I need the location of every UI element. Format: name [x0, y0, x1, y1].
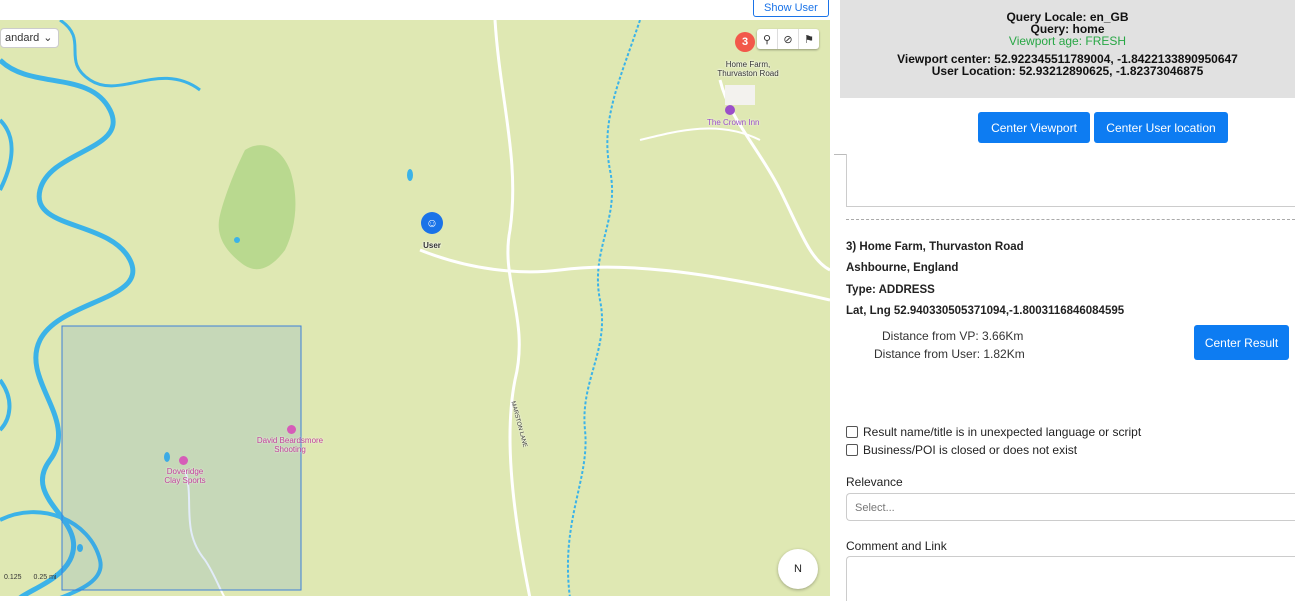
map-footer: [0, 596, 830, 598]
review-panel: Query Locale: en_GB Query: home Viewport…: [834, 0, 1295, 601]
checkbox[interactable]: [846, 444, 858, 456]
village-buildings: [725, 85, 755, 105]
map-style-select[interactable]: andard ⌄: [0, 28, 60, 48]
viewport-age: Viewport age: FRESH: [1008, 34, 1127, 48]
closed-poi-check[interactable]: Business/POI is closed or does not exist: [846, 443, 1077, 457]
query-locale: Query Locale: en_GB: [1006, 10, 1129, 24]
result-marker-label: Home Farm, Thurvaston Road: [717, 60, 779, 78]
chevron-down-icon: ⌄: [43, 32, 53, 44]
shooting-poi-label: David Beardsmore Shooting: [256, 436, 324, 454]
road-north-east: [718, 79, 830, 272]
checkbox[interactable]: [846, 426, 858, 438]
pin-tool-icon[interactable]: ⚲: [757, 29, 778, 49]
unexpected-language-check[interactable]: Result name/title is in unexpected langu…: [846, 425, 1141, 439]
river-branch-north: [59, 20, 201, 92]
result-type: Type: ADDRESS: [846, 284, 935, 296]
flag-tool-icon[interactable]: ⚑: [799, 29, 819, 49]
ruler-tool-icon[interactable]: ⊘: [778, 29, 799, 49]
relevance-label: Relevance: [846, 475, 903, 489]
forest-area: [218, 145, 296, 270]
query-info-box: Query Locale: en_GB Query: home Viewport…: [840, 0, 1295, 98]
result-marker[interactable]: 3: [735, 32, 755, 52]
user-location: User Location: 52.93212890625, -1.823730…: [931, 64, 1204, 78]
center-result-button[interactable]: Center Result: [1194, 325, 1289, 360]
person-icon: ☺: [425, 216, 439, 230]
clay-sports-poi-label: Doveridge Clay Sports: [164, 467, 206, 485]
clay-sports-poi-icon[interactable]: [179, 456, 188, 465]
result-locality: Ashbourne, England: [846, 262, 959, 274]
relevance-select[interactable]: Select...: [846, 493, 1295, 521]
result-divider: [846, 219, 1295, 220]
result-title: 3) Home Farm, Thurvaston Road: [846, 241, 1024, 253]
crown-inn-label: The Crown Inn: [707, 118, 760, 127]
distance-from-user: Distance from User: 1.82Km: [874, 347, 1025, 361]
river-branch-west: [0, 118, 14, 191]
notes-textarea[interactable]: [846, 154, 1295, 207]
shooting-poi-icon[interactable]: [287, 425, 296, 434]
comment-textarea[interactable]: [846, 556, 1295, 601]
road-east-west: [419, 248, 830, 302]
map-style-label: andard: [5, 32, 40, 44]
center-viewport-button[interactable]: Center Viewport: [978, 112, 1090, 143]
comment-label: Comment and Link: [846, 539, 947, 553]
pub-icon[interactable]: [725, 105, 735, 115]
map-toolbar: ⚲ ⊘ ⚑: [757, 29, 819, 49]
user-marker-label: User: [423, 241, 441, 250]
map-view[interactable]: Show User andard ⌄ ⚲ ⊘ ⚑ 3 Home Farm, Th…: [0, 0, 830, 598]
river-branch-southwest: [0, 378, 12, 432]
user-marker[interactable]: ☺: [421, 212, 443, 234]
show-user-button[interactable]: Show User: [753, 0, 829, 17]
result-latlng: Lat, Lng 52.940330505371094,-1.800311684…: [846, 305, 1125, 317]
map-tiles: [0, 20, 830, 598]
map-scale: 0.125 0.25 mi: [4, 574, 57, 581]
road-marston-lane: [493, 20, 532, 598]
compass-north-label: N: [794, 563, 802, 575]
compass[interactable]: N: [778, 549, 818, 589]
center-user-location-button[interactable]: Center User location: [1094, 112, 1228, 143]
distance-from-viewport: Distance from VP: 3.66Km: [882, 329, 1024, 343]
map-canvas[interactable]: [0, 20, 830, 598]
stream-east: [566, 20, 641, 598]
